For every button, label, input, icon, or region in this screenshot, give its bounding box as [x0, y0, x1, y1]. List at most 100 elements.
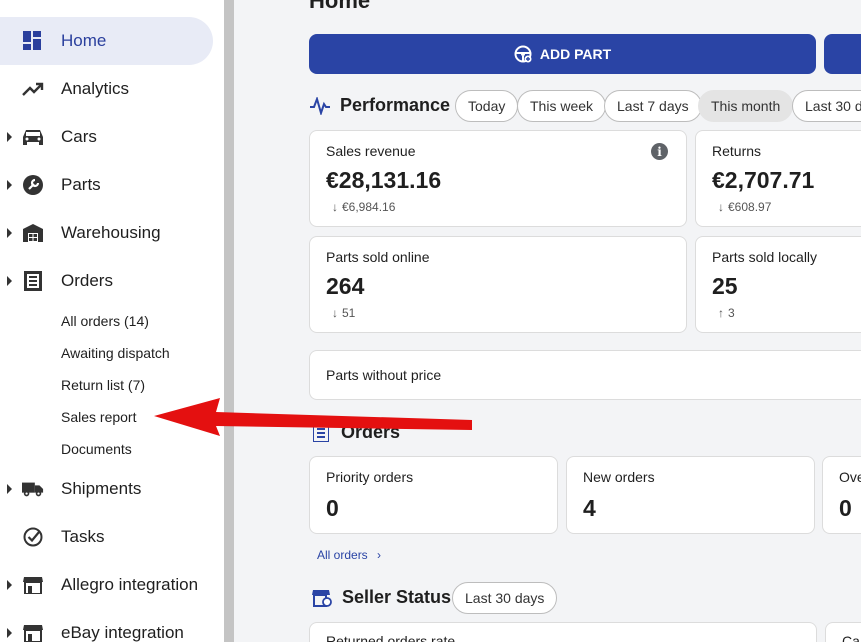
kpi-delta-value: 51 [342, 306, 356, 320]
sidebar-subitem-return-list[interactable]: Return list (7) [61, 377, 145, 393]
sidebar: Home Analytics Cars Parts Warehousing Or [0, 0, 224, 642]
wrench-icon [22, 174, 44, 196]
sidebar-item-home[interactable]: Home [0, 17, 213, 65]
expand-caret-icon [7, 276, 12, 286]
expand-caret-icon [7, 580, 12, 590]
sidebar-item-label: Shipments [61, 479, 142, 498]
pulse-icon [310, 96, 330, 115]
sidebar-subitem-awaiting-dispatch[interactable]: Awaiting dispatch [61, 345, 170, 361]
car-icon [22, 126, 44, 148]
seller-card-title: Ca [842, 633, 860, 642]
sidebar-item-ebay-integration[interactable]: eBay integration [0, 609, 213, 642]
chip-seller-last-30-days[interactable]: Last 30 days [452, 582, 558, 614]
order-card-title: Priority orders [326, 469, 414, 485]
check-circle-icon [22, 526, 44, 548]
arrow-up-icon: ↑ [718, 306, 724, 320]
kpi-title: Sales revenue [326, 143, 416, 159]
chip-today[interactable]: Today [455, 90, 519, 122]
kpi-card-parts-sold-locally[interactable]: Parts sold locally 25 ↑ 3 [695, 236, 861, 333]
all-orders-link-label: All orders [317, 548, 368, 562]
add-part-button[interactable]: ADD PART [309, 34, 816, 74]
chip-this-week[interactable]: This week [517, 90, 607, 122]
expand-caret-icon [7, 228, 12, 238]
sidebar-item-cars[interactable]: Cars [0, 113, 213, 161]
kpi-delta-value: 3 [728, 306, 735, 320]
parts-without-price-label: Parts without price [326, 367, 442, 383]
sidebar-subitem-all-orders[interactable]: All orders (14) [61, 313, 149, 329]
kpi-delta: ↑ 3 [718, 306, 735, 320]
order-card-overdue[interactable]: Ove 0 [822, 456, 861, 534]
sidebar-scrollbar[interactable] [224, 0, 234, 642]
performance-section-title: Performance [310, 95, 450, 116]
order-card-title: New orders [583, 469, 655, 485]
expand-caret-icon [7, 484, 12, 494]
receipt-icon [22, 270, 44, 292]
seller-card-title: Returned orders rate [326, 633, 456, 642]
kpi-title: Returns [712, 143, 762, 159]
order-card-value: 4 [583, 495, 596, 521]
expand-caret-icon [7, 628, 12, 638]
main-content: Home ADD PART Performance Today This wee… [234, 0, 861, 642]
store-icon [22, 574, 44, 596]
kpi-value: 264 [326, 273, 365, 299]
kpi-value: €28,131.16 [326, 167, 442, 193]
sidebar-item-label: Allegro integration [61, 575, 199, 594]
order-card-value: 0 [326, 495, 339, 521]
sidebar-item-orders[interactable]: Orders [0, 257, 213, 305]
sidebar-item-label: Home [61, 31, 107, 50]
order-card-new[interactable]: New orders 4 [566, 456, 815, 534]
add-part-label: ADD PART [539, 46, 612, 62]
secondary-action-button[interactable] [824, 34, 861, 74]
expand-caret-icon [7, 132, 12, 142]
order-card-priority[interactable]: Priority orders 0 [309, 456, 558, 534]
arrow-down-icon: ↓ [332, 306, 338, 320]
truck-icon [22, 478, 44, 500]
dashboard-icon [22, 30, 44, 52]
kpi-value: 25 [712, 273, 738, 299]
kpi-delta-value: €6,984.16 [342, 200, 396, 214]
info-icon[interactable]: i [651, 143, 668, 160]
sidebar-item-warehousing[interactable]: Warehousing [0, 209, 213, 257]
kpi-delta: ↓ €6,984.16 [332, 200, 395, 214]
chip-last-30-days[interactable]: Last 30 days [792, 90, 861, 122]
kpi-card-sales-revenue[interactable]: Sales revenue i €28,131.16 ↓ €6,984.16 [309, 130, 687, 227]
seller-card-secondary[interactable]: Ca [825, 622, 861, 642]
steering-wheel-icon [514, 45, 532, 63]
expand-caret-icon [7, 180, 12, 190]
seller-status-section-title: Seller Status [312, 587, 451, 608]
sidebar-item-tasks[interactable]: Tasks [0, 513, 213, 561]
sidebar-item-analytics[interactable]: Analytics [0, 65, 213, 113]
all-orders-link[interactable]: All orders › [317, 548, 381, 562]
sidebar-item-label: Parts [61, 175, 101, 194]
kpi-delta-value: €608.97 [728, 200, 772, 214]
warehouse-icon [22, 222, 44, 244]
kpi-title: Parts sold online [326, 249, 430, 265]
annotation-arrow [154, 398, 472, 436]
kpi-delta: ↓ €608.97 [718, 200, 771, 214]
sidebar-item-label: Orders [61, 271, 113, 290]
order-card-value: 0 [839, 495, 852, 521]
sidebar-item-shipments[interactable]: Shipments [0, 465, 213, 513]
chip-this-month[interactable]: This month [698, 90, 794, 122]
sidebar-item-label: Analytics [61, 79, 130, 98]
sidebar-item-label: eBay integration [61, 623, 184, 642]
store-icon [22, 622, 44, 642]
seller-status-title: Seller Status [342, 587, 452, 607]
sidebar-subitem-documents[interactable]: Documents [61, 441, 132, 457]
seller-card-returned-orders-rate[interactable]: Returned orders rate [309, 622, 817, 642]
sidebar-item-parts[interactable]: Parts [0, 161, 213, 209]
sidebar-item-label: Tasks [61, 527, 105, 546]
sidebar-item-allegro-integration[interactable]: Allegro integration [0, 561, 213, 609]
order-card-title: Ove [839, 469, 861, 485]
arrow-down-icon: ↓ [332, 200, 338, 214]
chevron-right-icon: › [377, 548, 382, 562]
kpi-card-parts-sold-online[interactable]: Parts sold online 264 ↓ 51 [309, 236, 687, 333]
sidebar-subitem-sales-report[interactable]: Sales report [61, 409, 136, 425]
chip-last-7-days[interactable]: Last 7 days [604, 90, 702, 122]
sidebar-item-label: Cars [61, 127, 97, 146]
kpi-delta: ↓ 51 [332, 306, 355, 320]
store-check-icon [312, 589, 332, 607]
performance-title: Performance [340, 95, 451, 115]
sidebar-item-label: Warehousing [61, 223, 161, 242]
kpi-card-returns[interactable]: Returns €2,707.71 ↓ €608.97 [695, 130, 861, 227]
